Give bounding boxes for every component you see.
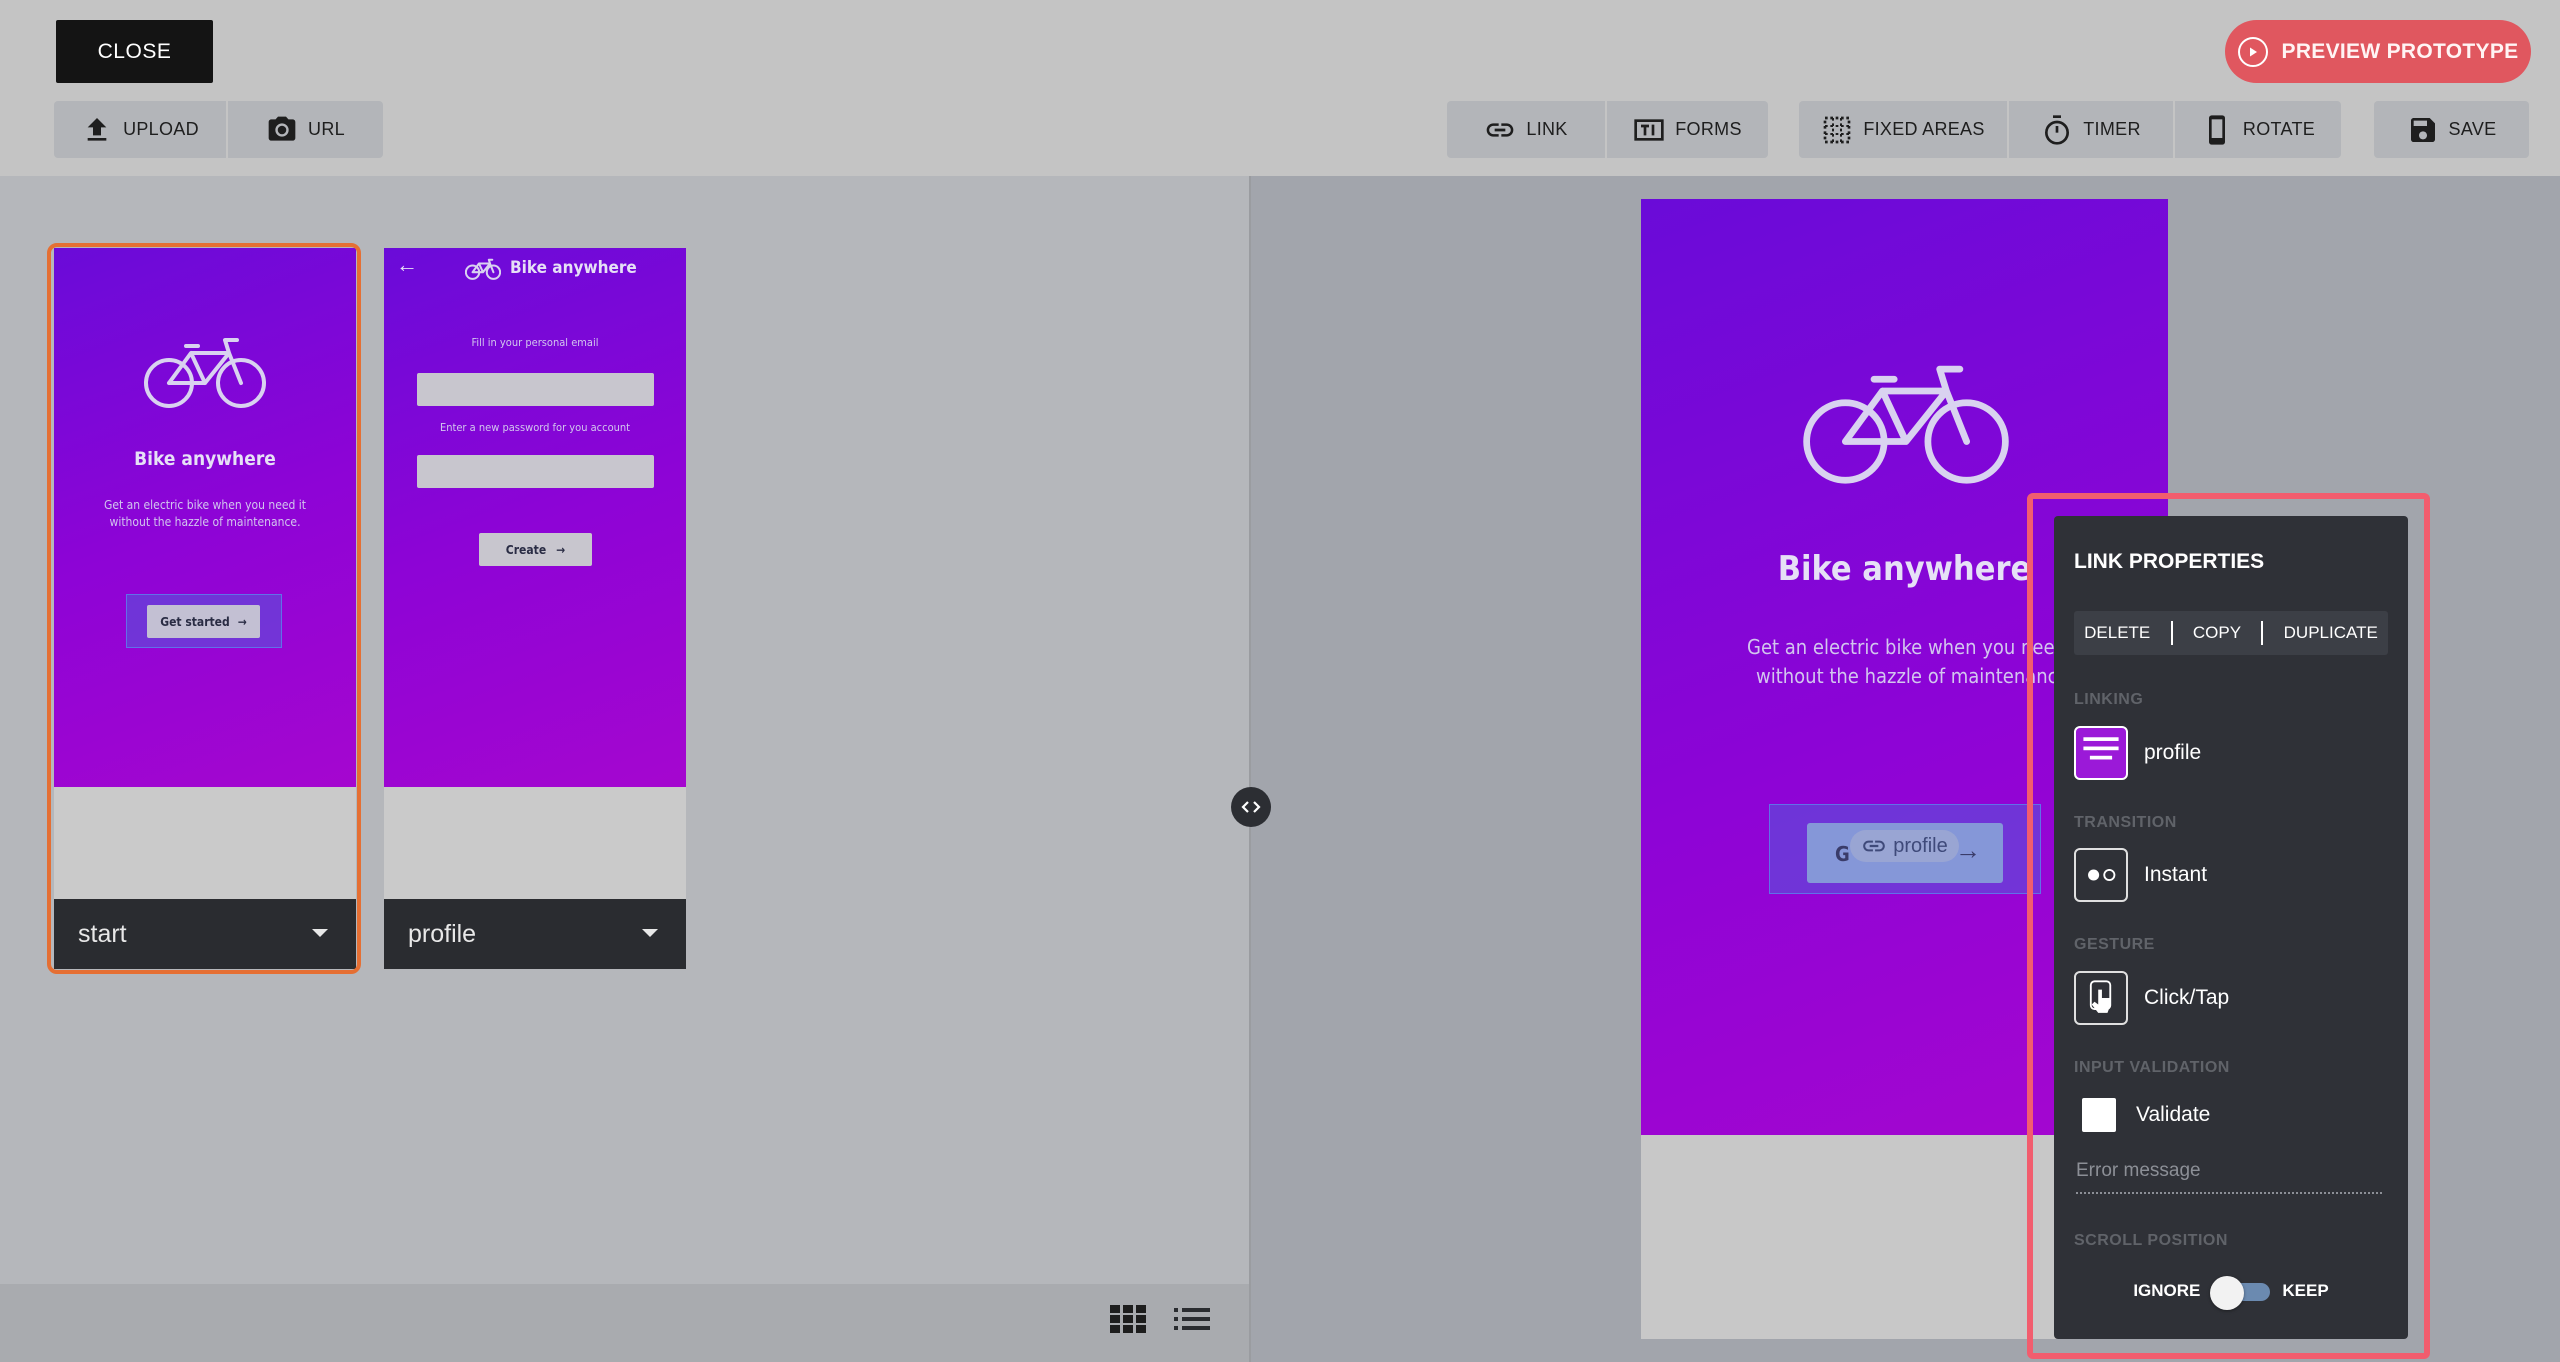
bicycle-icon xyxy=(1803,365,2009,484)
camera-icon xyxy=(268,116,296,141)
rotate-button[interactable]: ROTATE xyxy=(2173,101,2341,158)
screen-thumb-profile[interactable]: ← Bike anywhere Fill in your personal em… xyxy=(384,248,686,969)
thumb-profile-email-input[interactable] xyxy=(417,373,654,406)
code-arrows-icon xyxy=(1241,801,1261,813)
arrow-right-icon: → xyxy=(1955,835,1981,865)
thumb-profile-password-input[interactable] xyxy=(417,455,654,488)
save-group: SAVE xyxy=(2374,101,2529,158)
editor-button-partial-label: G xyxy=(1835,842,1850,866)
forms-icon xyxy=(1634,118,1664,141)
link-target-label: profile xyxy=(1893,834,1948,857)
play-icon xyxy=(2237,36,2268,67)
link-icon xyxy=(1863,840,1886,852)
timer-button[interactable]: TIMER xyxy=(2007,101,2173,158)
arrow-right-icon: → xyxy=(556,542,566,557)
link-properties-highlight xyxy=(2027,493,2430,1359)
rotate-label: ROTATE xyxy=(2242,119,2316,139)
caret-down-icon xyxy=(642,929,658,937)
timer-label: TIMER xyxy=(2083,119,2141,139)
save-button[interactable]: SAVE xyxy=(2374,101,2529,158)
preview-prototype-button[interactable]: PREVIEW PROTOTYPE xyxy=(2225,20,2531,83)
pane-resize-handle[interactable] xyxy=(1231,787,1271,827)
editor-subtitle-1: Get an electric bike when you nee xyxy=(1747,635,2055,659)
screen-name-dropdown-profile[interactable]: profile xyxy=(384,899,686,969)
bicycle-icon xyxy=(465,258,501,280)
save-icon xyxy=(2410,117,2435,142)
fixed-areas-label: FIXED AREAS xyxy=(1863,119,1985,139)
link-forms-group: LINK FORMS xyxy=(1447,101,1768,158)
thumb-profile-password-label: Enter a new password for you account xyxy=(439,421,631,434)
forms-button[interactable]: FORMS xyxy=(1605,101,1768,158)
screen-tools-group: FIXED AREAS TIMER ROTATE xyxy=(1799,101,2341,158)
phone-icon xyxy=(2208,114,2225,145)
close-button[interactable]: CLOSE xyxy=(56,20,213,83)
fixed-areas-button[interactable]: FIXED AREAS xyxy=(1799,101,2007,158)
thumb-profile-title: Bike anywhere xyxy=(510,258,637,278)
grid-view-icon[interactable] xyxy=(1109,1304,1147,1334)
thumb-profile-email-label: Fill in your personal email xyxy=(471,336,599,349)
list-view-icon[interactable] xyxy=(1173,1304,1211,1334)
upload-label: UPLOAD xyxy=(123,119,199,139)
upload-icon xyxy=(87,117,107,141)
thumb-profile-create-label: Create xyxy=(505,542,547,557)
forms-label: FORMS xyxy=(1675,119,1742,139)
url-label: URL xyxy=(308,119,345,139)
preview-prototype-label: PREVIEW PROTOTYPE xyxy=(2281,39,2519,63)
editor-subtitle-2: without the hazzle of maintenanc xyxy=(1756,664,2058,688)
upload-group: UPLOAD URL xyxy=(54,101,383,158)
url-button[interactable]: URL xyxy=(226,101,383,158)
back-arrow-icon: ← xyxy=(396,252,418,277)
upload-button[interactable]: UPLOAD xyxy=(54,101,226,158)
thumb-profile-canvas: ← Bike anywhere Fill in your personal em… xyxy=(384,248,686,787)
fixed-areas-icon xyxy=(1823,116,1851,143)
save-label: SAVE xyxy=(2448,119,2497,139)
link-icon xyxy=(1487,122,1514,137)
screen-name-profile: profile xyxy=(408,919,477,948)
link-target-chip: profile xyxy=(1850,830,1959,862)
view-toggle-bar xyxy=(0,1284,1249,1362)
thumb-profile-create-button[interactable]: Create → xyxy=(479,533,592,566)
selected-screen-outline xyxy=(47,243,361,974)
timer-icon xyxy=(2045,114,2070,145)
link-button[interactable]: LINK xyxy=(1447,101,1605,158)
top-toolbar: CLOSE PREVIEW PROTOTYPE UPLOAD URL LINK … xyxy=(0,0,2560,176)
link-label: LINK xyxy=(1526,119,1568,139)
